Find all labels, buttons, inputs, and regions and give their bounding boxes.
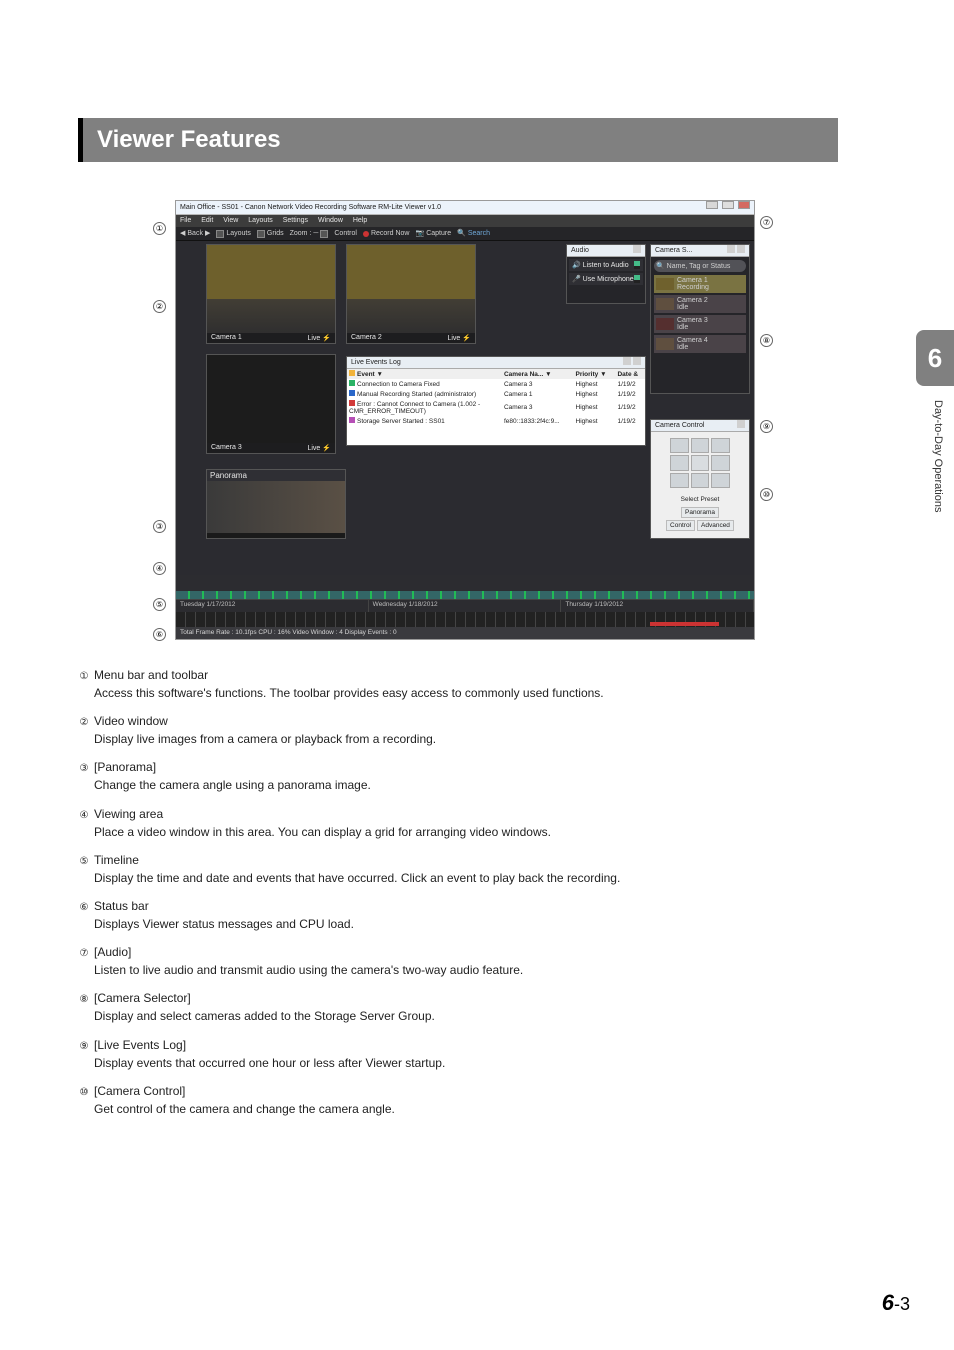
tb-capture[interactable]: 📷 Capture [415,227,451,240]
marker-1: ① [153,222,166,235]
window-titlebar: Main Office - SS01 - Canon Network Video… [176,201,754,215]
menu-settings[interactable]: Settings [283,217,308,224]
definition-item: ⑤TimelineDisplay the time and date and e… [78,853,838,886]
advanced-tab[interactable]: Advanced [697,520,734,531]
definition-item: ③[Panorama]Change the camera angle using… [78,760,838,793]
marker-6: ⑥ [153,628,166,641]
definition-item: ④Viewing areaPlace a video window in thi… [78,807,838,840]
live-events-log-panel[interactable]: Live Events Log Event ▼ Camera Na... ▼ P… [346,356,646,446]
selector-title: Camera S... [655,245,692,256]
definition-item: ②Video windowDisplay live images from a … [78,714,838,747]
definition-item: ⑧[Camera Selector]Display and select cam… [78,991,838,1024]
marker-10: ⑩ [760,488,773,501]
status-bar: Total Frame Rate : 10.1fps CPU : 16% Vid… [176,627,754,639]
minimize-icon[interactable] [706,201,718,209]
menu-file[interactable]: File [180,217,191,224]
screenshot-figure: ① ② ③ ④ ⑤ ⑥ ⑦ ⑧ ⑨ ⑩ Main Office - SS01 -… [153,200,763,640]
section-header: Viewer Features [78,118,838,162]
marker-5: ⑤ [153,598,166,611]
preset-select[interactable]: Select Preset [651,494,749,505]
menu-bar[interactable]: File Edit View Layouts Settings Window H… [176,215,754,227]
definitions-list: ①Menu bar and toolbarAccess this softwar… [78,668,838,1117]
listen-audio-button[interactable]: 🔊 Listen to Audio [569,259,643,271]
video-window-2[interactable]: Camera 2Live ⚡ [346,244,476,344]
close-icon[interactable] [738,201,750,209]
use-microphone-button[interactable]: 🎤 Use Microphone [569,273,643,285]
viewer-window: Main Office - SS01 - Canon Network Video… [175,200,755,640]
control-tab[interactable]: Control [666,520,695,531]
selector-camera-4[interactable]: Camera 4Idle [654,335,746,353]
camera-selector-panel[interactable]: Camera S... 🔍 Name, Tag or Status Camera… [650,244,750,394]
tb-control[interactable]: Control [334,227,357,240]
log-row[interactable]: Error : Cannot Connect to Camera (1.002 … [347,399,645,416]
marker-2: ② [153,300,166,313]
timeline[interactable]: Tuesday 1/17/2012 Wednesday 1/18/2012 Th… [176,599,754,627]
tb-search[interactable]: 🔍 Search [457,227,490,240]
definition-item: ①Menu bar and toolbarAccess this softwar… [78,668,838,701]
marker-8: ⑧ [760,334,773,347]
selector-camera-1[interactable]: Camera 1Recording [654,275,746,293]
chapter-tab: 6 [916,330,954,386]
camera-search-input[interactable]: 🔍 Name, Tag or Status [654,260,746,272]
toolbar[interactable]: ◀ Back ▶ Layouts Grids Zoom : ─ Control … [176,227,754,241]
window-title: Main Office - SS01 - Canon Network Video… [180,201,441,214]
camera-control-panel[interactable]: Camera Control Select Preset Panorama Co… [650,419,750,539]
marker-9: ⑨ [760,420,773,433]
marker-4: ④ [153,562,166,575]
page-number: 6-3 [882,1290,910,1316]
definition-item: ⑨[Live Events Log]Display events that oc… [78,1038,838,1071]
selector-camera-3[interactable]: Camera 3Idle [654,315,746,333]
panel-close-icon[interactable] [633,245,641,253]
panorama-button[interactable]: Panorama [681,507,719,518]
definition-item: ⑥Status barDisplays Viewer status messag… [78,899,838,932]
selector-camera-2[interactable]: Camera 2Idle [654,295,746,313]
video-window-3[interactable]: Camera 3Live ⚡ [206,354,336,454]
menu-layouts[interactable]: Layouts [248,217,273,224]
timeline-strip[interactable] [176,591,754,599]
maximize-icon[interactable] [722,201,734,209]
ptz-arrows[interactable] [670,438,730,488]
tb-back[interactable]: ◀ Back ▶ [180,227,210,240]
definition-item: ⑩[Camera Control]Get control of the came… [78,1084,838,1117]
panorama-panel[interactable]: Panorama [206,469,346,539]
log-row[interactable]: Manual Recording Started (administrator)… [347,389,645,399]
menu-window[interactable]: Window [318,217,343,224]
log-row[interactable]: Storage Server Started : SS01fe80::1833:… [347,416,645,426]
control-title: Camera Control [655,420,704,431]
tb-layouts[interactable]: Layouts [216,227,251,240]
menu-view[interactable]: View [223,217,238,224]
marker-3: ③ [153,520,166,533]
audio-title: Audio [571,245,589,256]
log-title: Live Events Log [351,357,401,368]
log-row[interactable]: Connection to Camera FixedCamera 3Highes… [347,379,645,389]
marker-7: ⑦ [760,216,773,229]
video-window-1[interactable]: Camera 1Live ⚡ [206,244,336,344]
tb-zoom[interactable]: Zoom : ─ [290,227,329,240]
chapter-name: Day-to-Day Operations [932,400,944,513]
definition-item: ⑦[Audio]Listen to live audio and transmi… [78,945,838,978]
tb-grids[interactable]: Grids [257,227,284,240]
menu-help[interactable]: Help [353,217,367,224]
viewing-area[interactable]: Camera 1Live ⚡ Camera 2Live ⚡ Camera 3Li… [176,241,754,575]
menu-edit[interactable]: Edit [201,217,213,224]
window-buttons[interactable] [704,201,750,214]
tb-record[interactable]: Record Now [363,227,410,240]
audio-panel[interactable]: Audio 🔊 Listen to Audio 🎤 Use Microphone [566,244,646,304]
